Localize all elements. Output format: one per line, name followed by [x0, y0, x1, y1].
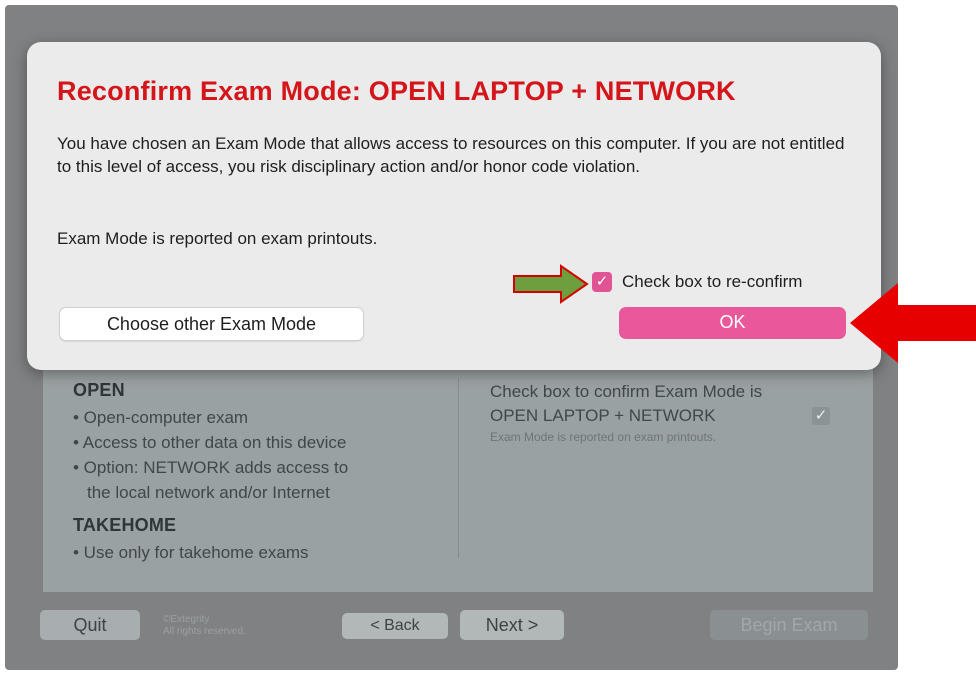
- confirm-row: OPEN LAPTOP + NETWORK ✓: [490, 404, 850, 428]
- open-mode-title: OPEN: [73, 380, 125, 400]
- footer-bar: Quit ©Extegrity All rights reserved. < B…: [5, 610, 898, 650]
- open-bullet-2: • Access to other data on this device: [73, 433, 347, 452]
- dialog-message: You have chosen an Exam Mode that allows…: [57, 134, 845, 176]
- confirm-mode-checkbox[interactable]: ✓: [812, 407, 830, 425]
- confirm-section: Check box to confirm Exam Mode is OPEN L…: [490, 380, 850, 444]
- ok-button[interactable]: OK: [619, 307, 846, 339]
- check-icon: ✓: [595, 273, 609, 290]
- column-divider: [458, 378, 459, 558]
- dialog-title: Reconfirm Exam Mode: OPEN LAPTOP + NETWO…: [57, 76, 736, 106]
- check-icon: ✓: [814, 407, 828, 424]
- confirm-instruction: Check box to confirm Exam Mode is: [490, 382, 763, 401]
- choose-other-mode-button[interactable]: Choose other Exam Mode: [59, 307, 364, 341]
- next-button[interactable]: Next >: [460, 610, 564, 640]
- mode-descriptions: OPEN • Open-computer exam • Access to ot…: [73, 380, 453, 565]
- reconfirm-dialog: Reconfirm Exam Mode: OPEN LAPTOP + NETWO…: [27, 42, 881, 370]
- takehome-bullet-1: • Use only for takehome exams: [73, 543, 309, 562]
- reconfirm-label[interactable]: Check box to re-confirm: [622, 272, 802, 292]
- back-button[interactable]: < Back: [342, 613, 448, 639]
- confirm-note: Exam Mode is reported on exam printouts.: [490, 430, 717, 444]
- confirm-mode-name: OPEN LAPTOP + NETWORK: [490, 406, 716, 425]
- copyright-text: ©Extegrity All rights reserved.: [163, 614, 246, 638]
- open-bullet-3: • Option: NETWORK adds access to: [73, 458, 349, 477]
- dialog-note: Exam Mode is reported on exam printouts.: [57, 229, 378, 248]
- reconfirm-checkbox-row[interactable]: ✓ Check box to re-confirm: [592, 272, 802, 292]
- reconfirm-checkbox[interactable]: ✓: [592, 272, 612, 292]
- begin-exam-button[interactable]: Begin Exam: [710, 610, 868, 640]
- takehome-mode-title: TAKEHOME: [73, 515, 177, 535]
- green-arrow-annotation: [513, 264, 589, 304]
- copyright-line-2: All rights reserved.: [163, 626, 246, 637]
- open-bullet-3-continued: the local network and/or Internet: [87, 483, 330, 502]
- red-arrow-annotation: [850, 283, 976, 363]
- open-bullet-1: • Open-computer exam: [73, 408, 249, 427]
- copyright-line-1: ©Extegrity: [163, 614, 210, 625]
- exam-mode-panel: OPEN • Open-computer exam • Access to ot…: [43, 350, 873, 592]
- quit-button[interactable]: Quit: [40, 610, 140, 640]
